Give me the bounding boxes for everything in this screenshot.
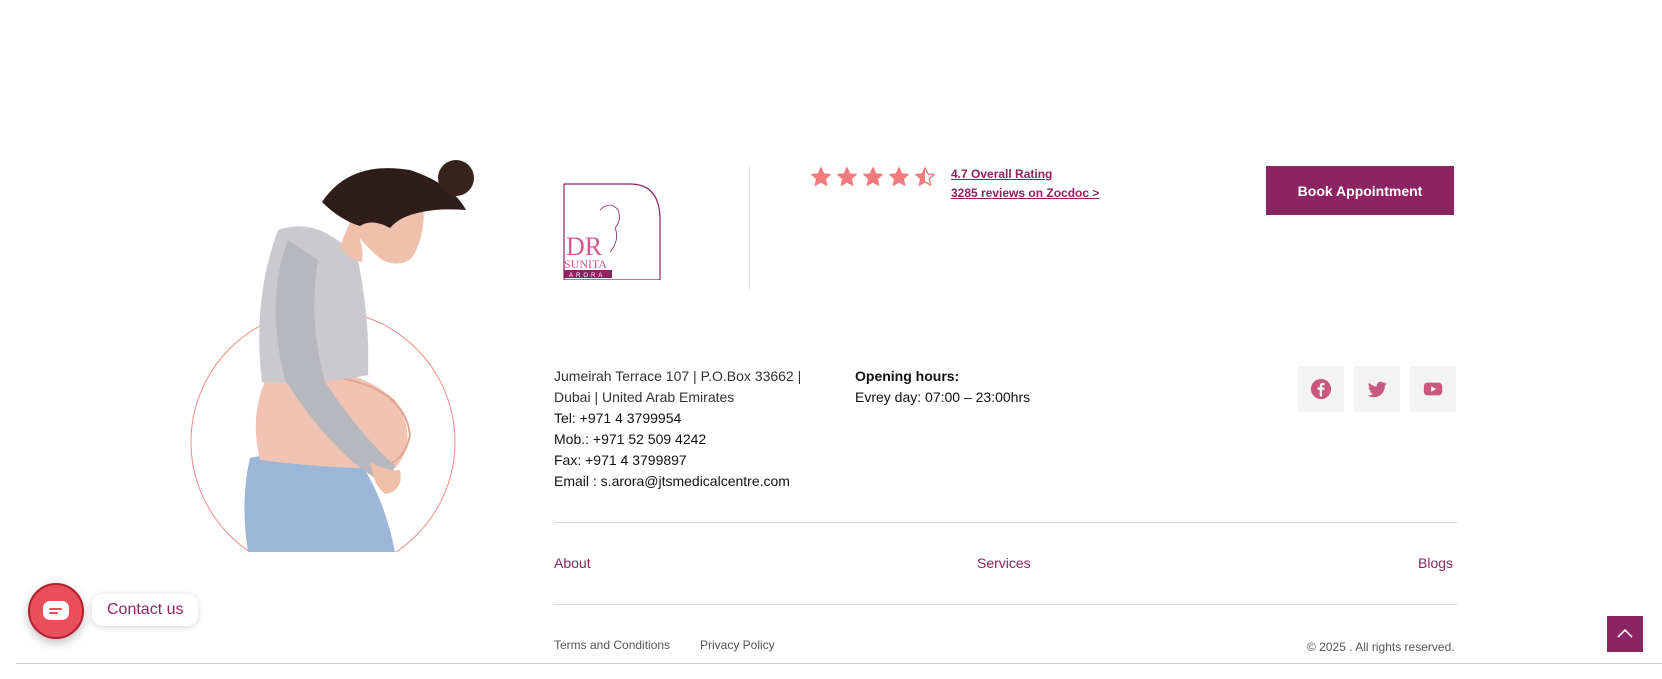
book-appointment-button[interactable]: Book Appointment (1266, 166, 1454, 215)
address-line-1: Jumeirah Terrace 107 | P.O.Box 33662 | (554, 368, 802, 384)
terms-link[interactable]: Terms and Conditions (554, 638, 670, 652)
facebook-icon (1310, 378, 1332, 400)
footer-link-about[interactable]: About (554, 555, 591, 571)
star-icon (837, 167, 857, 186)
opening-hours-title: Opening hours: (855, 368, 960, 384)
footer-link-services[interactable]: Services (977, 555, 1031, 571)
star-icon (915, 167, 935, 186)
phone-number[interactable]: Tel: +971 4 3799954 (554, 408, 801, 429)
footer-link-blogs[interactable]: Blogs (1418, 555, 1453, 571)
youtube-button[interactable] (1410, 366, 1456, 412)
youtube-icon (1423, 382, 1443, 396)
zocdoc-reviews-link[interactable]: 3285 reviews on Zocdoc > (951, 186, 1099, 200)
mobile-number[interactable]: Mob.: +971 52 509 4242 (554, 429, 801, 450)
pregnant-woman-image (190, 160, 474, 552)
privacy-link[interactable]: Privacy Policy (700, 638, 775, 652)
star-icon (889, 167, 909, 186)
star-icon (863, 167, 883, 186)
contact-us-label[interactable]: Contact us (92, 594, 199, 626)
copyright-text: © 2025 . All rights reserved. (1307, 640, 1455, 654)
facebook-button[interactable] (1298, 366, 1344, 412)
page-bottom-border (16, 663, 1662, 664)
footer-divider-top (554, 522, 1457, 523)
dr-sunita-logo[interactable]: DR SUNITA ARORA (560, 180, 670, 280)
footer-divider-bottom (554, 604, 1457, 605)
opening-hours-value: Evrey day: 07:00 – 23:00hrs (855, 389, 1031, 405)
scroll-to-top-button[interactable] (1607, 616, 1643, 652)
overall-rating-link[interactable]: 4.7 Overall Rating (951, 167, 1052, 181)
chat-bubble-icon (43, 601, 69, 620)
header-divider (749, 166, 750, 290)
chevron-up-icon (1617, 628, 1633, 638)
twitter-icon (1367, 381, 1387, 398)
logo-name-text: SUNITA (564, 257, 607, 271)
chat-widget-button[interactable] (28, 583, 84, 639)
star-icon (811, 167, 831, 186)
twitter-button[interactable] (1354, 366, 1400, 412)
opening-hours: Opening hours: Evrey day: 07:00 – 23:00h… (855, 366, 1030, 408)
star-rating (810, 166, 936, 188)
logo-surname-text: ARORA (569, 273, 605, 279)
contact-info: Jumeirah Terrace 107 | P.O.Box 33662 | D… (554, 366, 801, 492)
fax-number: Fax: +971 4 3799897 (554, 452, 687, 468)
email-address[interactable]: Email : s.arora@jtsmedicalcentre.com (554, 471, 801, 492)
address-line-2: Dubai | United Arab Emirates (554, 389, 735, 405)
